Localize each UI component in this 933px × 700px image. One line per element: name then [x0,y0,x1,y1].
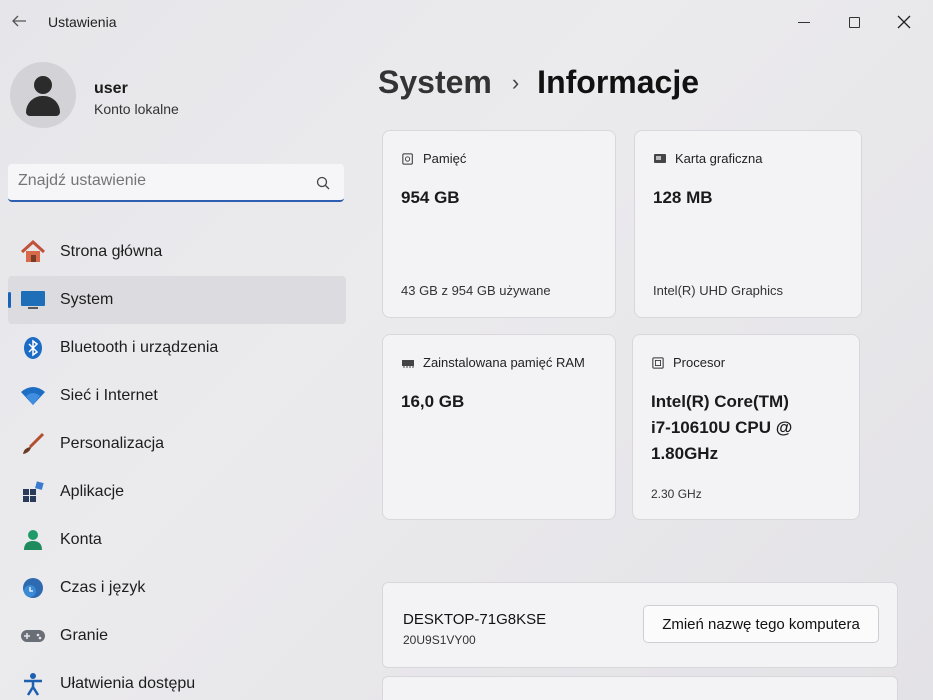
app-title: Ustawienia [48,14,117,30]
wifi-icon [20,383,46,409]
processor-name-line-2: i7-10610U CPU @ [651,418,793,437]
avatar[interactable] [10,62,76,128]
search-input[interactable] [18,172,298,190]
gpu-memory-value: 128 MB [653,188,713,207]
sidebar-item-label: Ułatwienia dostępu [60,675,196,692]
device-name-panel: DESKTOP-71G8KSE 20U9S1VY00 Zmień nazwę t… [382,582,898,668]
back-arrow-icon[interactable] [10,12,28,30]
close-button[interactable] [892,10,916,34]
sidebar-item-label: Sieć i Internet [60,387,158,404]
user-name: user [94,80,128,97]
time-language-icon [20,575,46,601]
storage-card-title: Pamięć [423,151,467,166]
system-icon [20,287,46,313]
account-type: Konto lokalne [94,101,179,117]
bluetooth-icon [20,335,46,361]
ram-card[interactable]: Zainstalowana pamięć RAM 16,0 GB [382,334,616,520]
next-panel [382,676,898,700]
breadcrumb-root[interactable]: System [378,64,492,101]
active-indicator [8,292,11,308]
page-title: Informacje [537,64,699,100]
device-model: 20U9S1VY00 [403,633,476,647]
ram-card-title: Zainstalowana pamięć RAM [423,355,585,370]
processor-name-line-1: Intel(R) Core(TM) [651,392,789,411]
storage-icon [402,152,413,165]
sidebar-item-label: Konta [60,531,102,548]
gpu-card-header: Karta graficzna [653,151,762,166]
title-bar: Ustawienia [0,0,933,44]
processor-speed: 2.30 GHz [651,487,702,501]
storage-card-header: Pamięć [401,151,466,166]
processor-icon [652,356,664,369]
ram-value: 16,0 GB [401,392,465,411]
minimize-button[interactable] [792,10,816,34]
close-icon [897,15,911,29]
search-icon [316,176,330,190]
account-icon [20,527,46,553]
sidebar-item-label: Personalizacja [60,435,165,452]
sidebar-item-label: Czas i język [60,579,146,596]
sidebar-item-label: Granie [60,627,109,644]
sidebar-item-system[interactable]: System [8,276,346,324]
sidebar-nav: Strona główna System Bluetooth i urządze… [8,228,346,700]
processor-name-line-3: 1.80GHz [651,444,719,463]
sidebar-item-personalization[interactable]: Personalizacja [8,420,346,468]
sidebar-item-label: Bluetooth i urządzenia [60,339,219,356]
gpu-card-title: Karta graficzna [675,151,763,166]
sidebar-item-apps[interactable]: Aplikacje [8,468,346,516]
processor-card-title: Procesor [673,355,726,370]
minimize-icon [798,21,810,23]
home-icon [20,239,46,265]
sidebar-item-label: Strona główna [60,243,163,260]
gpu-name: Intel(R) UHD Graphics [653,283,784,298]
avatar-head [34,76,52,94]
gamepad-icon [20,623,46,649]
maximize-icon [848,16,860,28]
rename-pc-button[interactable]: Zmień nazwę tego komputera [643,605,879,643]
sidebar-item-time-language[interactable]: Czas i język [8,564,346,612]
ram-card-header: Zainstalowana pamięć RAM [401,355,585,370]
gpu-card[interactable]: Karta graficzna 128 MB Intel(R) UHD Grap… [634,130,862,318]
device-name: DESKTOP-71G8KSE [403,611,547,628]
search-box[interactable] [8,164,344,202]
avatar-body [26,96,60,116]
graphics-card-icon [654,153,666,163]
storage-usage: 43 GB z 954 GB używane [401,283,551,298]
sidebar-item-bluetooth[interactable]: Bluetooth i urządzenia [8,324,346,372]
storage-card[interactable]: Pamięć 954 GB 43 GB z 954 GB używane [382,130,616,318]
sidebar-item-accounts[interactable]: Konta [8,516,346,564]
ram-icon [402,359,414,368]
sidebar-item-home[interactable]: Strona główna [8,228,346,276]
processor-card-header: Procesor [651,355,725,370]
sidebar-item-label: Aplikacje [60,483,125,500]
breadcrumb: System › Informacje [378,64,699,101]
breadcrumb-separator: › [511,69,520,95]
accessibility-icon [20,671,46,697]
sidebar-item-accessibility[interactable]: Ułatwienia dostępu [8,660,346,700]
storage-value: 954 GB [401,188,460,207]
sidebar-item-gaming[interactable]: Granie [8,612,346,660]
brush-icon [20,431,46,457]
processor-card[interactable]: Procesor Intel(R) Core(TM) i7-10610U CPU… [632,334,860,520]
sidebar-item-label: System [60,291,114,308]
apps-icon [20,479,46,505]
sidebar-item-network[interactable]: Sieć i Internet [8,372,346,420]
maximize-button[interactable] [842,10,866,34]
